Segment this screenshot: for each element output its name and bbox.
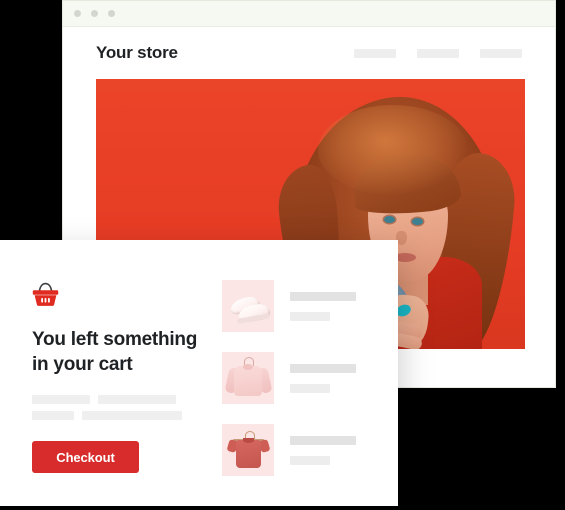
list-item[interactable] (222, 270, 398, 342)
model-eye-right (412, 218, 423, 225)
coral-tshirt-thumbnail (222, 424, 274, 476)
browser-titlebar (63, 1, 555, 27)
product-title-placeholder (290, 435, 356, 445)
sweater-body (234, 366, 262, 396)
body-placeholder-bar (32, 411, 74, 421)
store-nav (354, 48, 525, 58)
product-title-placeholder (290, 291, 356, 301)
product-price-placeholder (290, 455, 330, 465)
white-sneakers-thumbnail (222, 280, 274, 332)
product-title-placeholder (290, 363, 356, 373)
close-dot-icon[interactable] (74, 10, 81, 17)
body-placeholder-bar (98, 395, 176, 405)
nav-placeholder-3[interactable] (480, 48, 522, 58)
hair-highlight (318, 105, 468, 195)
page-title: Your store (96, 43, 178, 62)
tshirt-body (236, 440, 261, 468)
sweater-collar (243, 364, 253, 370)
cart-card-left-column: You left something in your cart Checkout (0, 240, 222, 506)
nav-placeholder-2[interactable] (417, 48, 459, 58)
product-text-placeholders (290, 291, 356, 321)
list-item[interactable] (222, 342, 398, 414)
shopping-basket-icon (32, 282, 222, 312)
body-placeholder-bar (32, 395, 90, 405)
body-placeholder-row (32, 395, 222, 405)
list-item[interactable] (222, 414, 398, 486)
maximize-dot-icon[interactable] (108, 10, 115, 17)
nav-placeholder-1[interactable] (354, 48, 396, 58)
body-placeholder-row (32, 411, 222, 421)
product-price-placeholder (290, 311, 330, 321)
product-price-placeholder (290, 383, 330, 393)
checkout-button[interactable]: Checkout (32, 441, 139, 474)
abandoned-cart-card: You left something in your cart Checkout (0, 240, 398, 506)
pink-sweater-thumbnail (222, 352, 274, 404)
cart-product-list (222, 240, 398, 506)
minimize-dot-icon[interactable] (91, 10, 98, 17)
tshirt-collar (243, 438, 254, 443)
body-placeholder-bar (82, 411, 182, 421)
product-text-placeholders (290, 435, 356, 465)
product-text-placeholders (290, 363, 356, 393)
model-eye-left (384, 216, 395, 223)
cart-heading: You left something in your cart (32, 329, 198, 376)
store-header: Your store (63, 27, 555, 63)
